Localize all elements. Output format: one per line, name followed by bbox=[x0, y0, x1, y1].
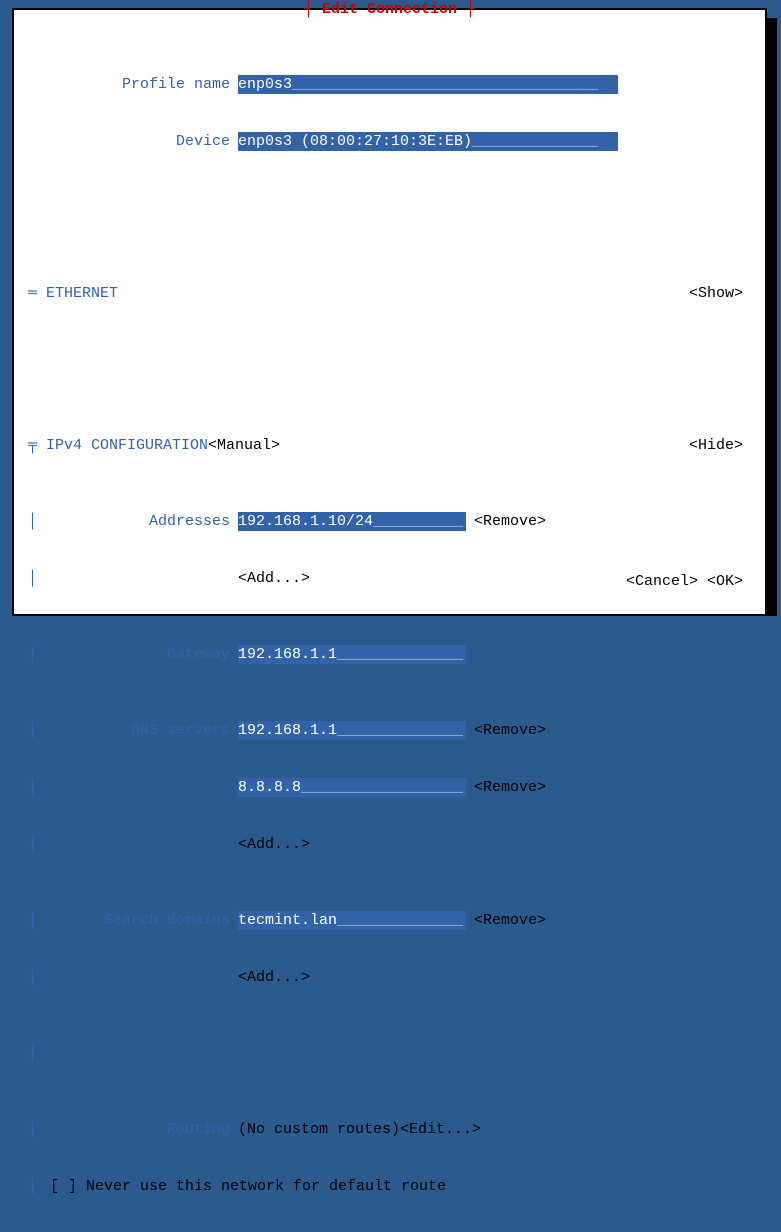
address-remove-button[interactable]: <Remove> bbox=[474, 512, 546, 531]
search-add-button[interactable]: <Add...> bbox=[238, 968, 310, 987]
gateway-input[interactable]: 192.168.1.1______________ bbox=[238, 645, 466, 664]
addresses-label: Addresses bbox=[38, 512, 238, 531]
ethernet-show-button[interactable]: <Show> bbox=[689, 284, 743, 303]
dns-input-1[interactable]: 192.168.1.1______________ bbox=[238, 721, 466, 740]
dns-add-button[interactable]: <Add...> bbox=[238, 835, 310, 854]
search-remove-button[interactable]: <Remove> bbox=[474, 911, 546, 930]
dns-label: DNS servers bbox=[38, 721, 238, 740]
window-title: ┤ Edit Connection ├ bbox=[14, 0, 765, 19]
search-domains-label: Search domains bbox=[38, 911, 238, 930]
device-input[interactable]: enp0s3 (08:00:27:10:3E:EB)______________ bbox=[238, 132, 618, 151]
ipv4-header: IPv4 CONFIGURATION bbox=[46, 436, 208, 455]
search-domain-input[interactable]: tecmint.lan______________ bbox=[238, 911, 466, 930]
address-input[interactable]: 192.168.1.10/24__________ bbox=[238, 512, 466, 531]
ok-button[interactable]: <OK> bbox=[707, 573, 743, 590]
profile-name-input[interactable]: enp0s3__________________________________ bbox=[238, 75, 618, 94]
ipv4-hide-button[interactable]: <Hide> bbox=[689, 436, 743, 455]
cb-default-route[interactable]: [ ] Never use this network for default r… bbox=[50, 1177, 446, 1196]
dns-input-2[interactable]: 8.8.8.8__________________ bbox=[238, 778, 466, 797]
gateway-label: Gateway bbox=[38, 645, 238, 664]
ipv4-toggle-icon[interactable]: ╤ bbox=[28, 436, 38, 455]
edit-connection-window: ┤ Edit Connection ├ Profile name enp0s3_… bbox=[12, 8, 767, 616]
ethernet-toggle-icon[interactable]: ═ bbox=[28, 284, 38, 303]
address-add-button[interactable]: <Add...> bbox=[238, 569, 310, 588]
routing-label: Routing bbox=[38, 1120, 238, 1139]
dns2-remove-button[interactable]: <Remove> bbox=[474, 778, 546, 797]
ethernet-header: ETHERNET bbox=[46, 284, 118, 303]
ipv4-mode-select[interactable]: <Manual> bbox=[208, 436, 280, 455]
cancel-button[interactable]: <Cancel> bbox=[626, 573, 698, 590]
device-label: Device bbox=[28, 132, 238, 151]
routing-value: (No custom routes) bbox=[238, 1120, 400, 1139]
routing-edit-button[interactable]: <Edit...> bbox=[400, 1120, 481, 1139]
profile-name-label: Profile name bbox=[28, 75, 238, 94]
dns1-remove-button[interactable]: <Remove> bbox=[474, 721, 546, 740]
